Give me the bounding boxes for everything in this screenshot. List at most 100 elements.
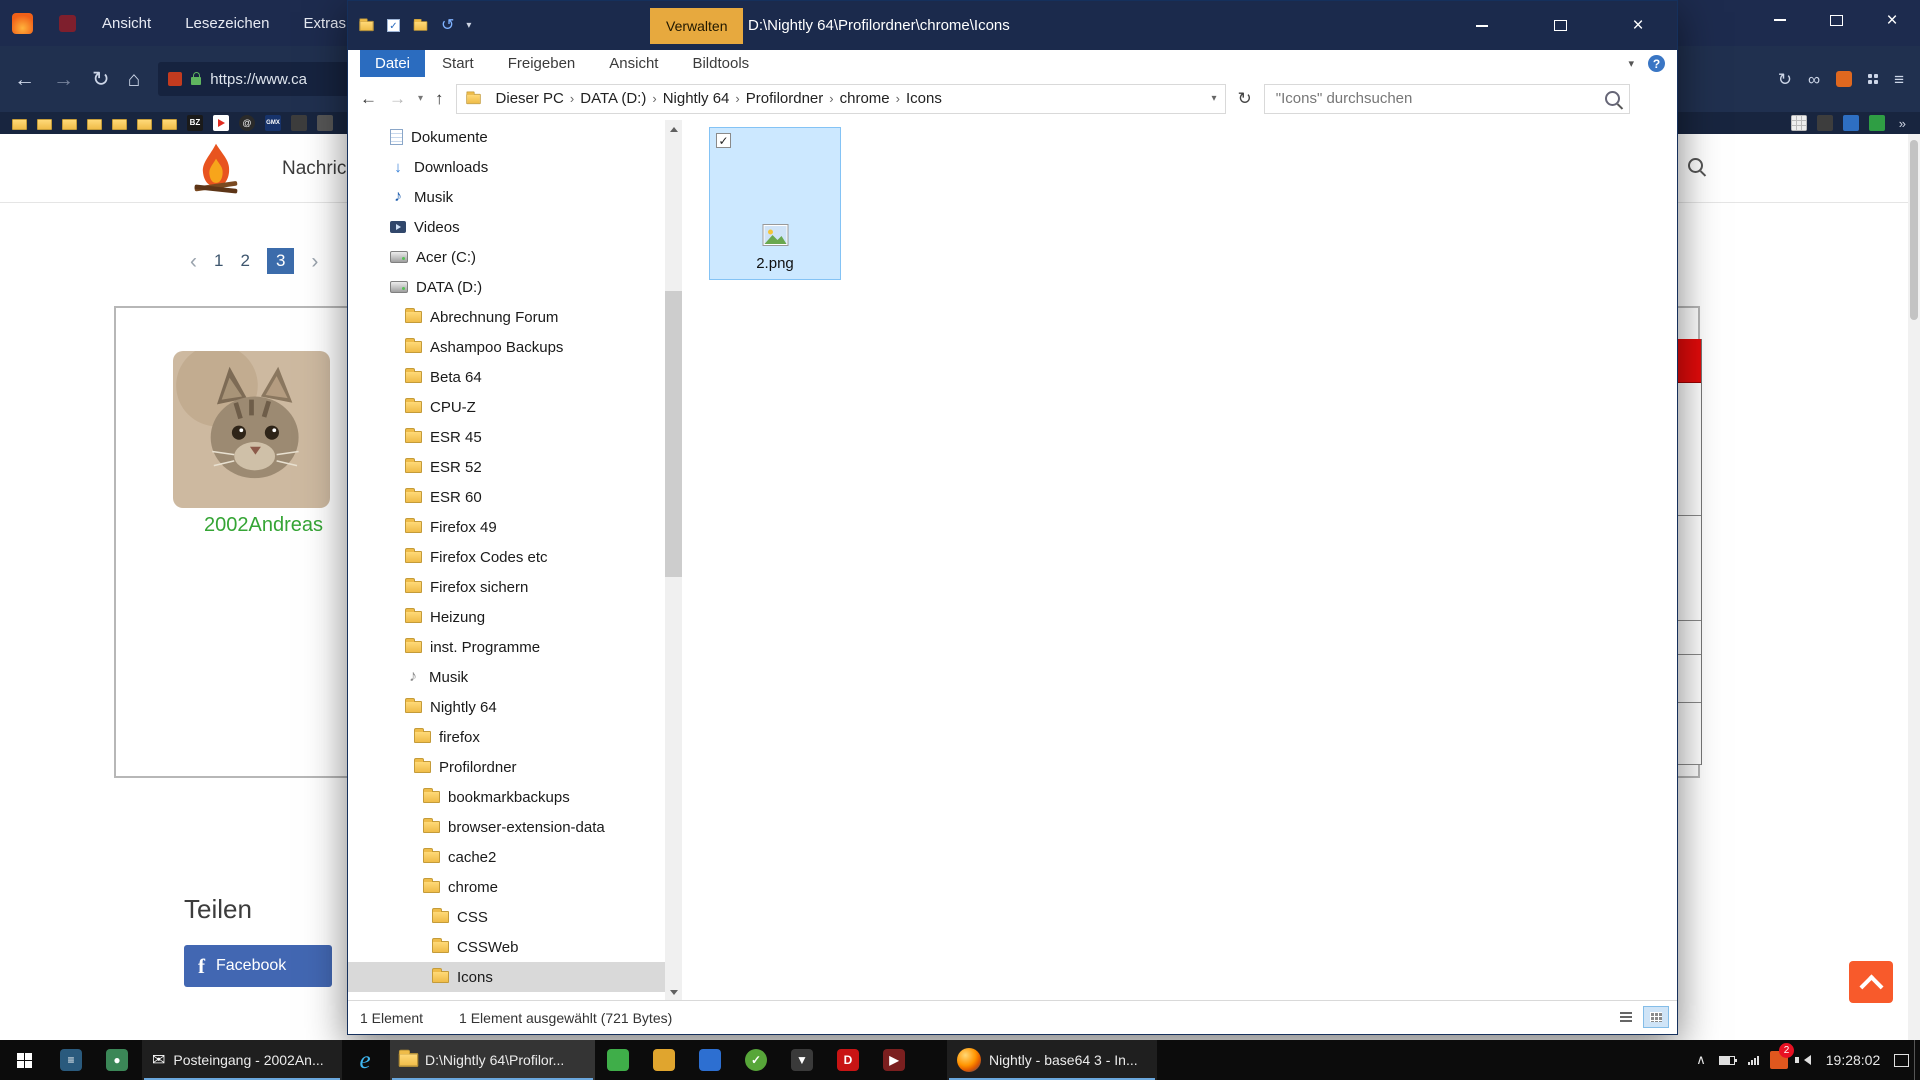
breadcrumb-segment[interactable]: Dieser PC <box>490 90 570 107</box>
tree-item[interactable]: CSSWeb <box>348 932 665 962</box>
pagination-next-icon[interactable]: › <box>311 251 318 272</box>
bookmark-folder-icon[interactable] <box>37 119 52 130</box>
tree-item[interactable]: firefox <box>348 722 665 752</box>
gmx-bookmark-icon[interactable]: GMX <box>265 115 281 131</box>
youtube-bookmark-icon[interactable] <box>213 115 229 131</box>
bookmark-folder-icon[interactable] <box>62 119 77 130</box>
bz-bookmark-icon[interactable]: BZ <box>187 115 203 131</box>
taskbar-clock[interactable]: 19:28:02 <box>1818 1052 1888 1068</box>
tree-item[interactable]: Heizung <box>348 602 665 632</box>
start-button[interactable] <box>0 1040 48 1080</box>
address-dropdown-icon[interactable]: ▾ <box>1212 93 1217 104</box>
tree-scrollbar[interactable] <box>665 120 682 1001</box>
tree-item[interactable]: ESR 52 <box>348 452 665 482</box>
tree-item[interactable]: Icons <box>348 962 665 992</box>
ribbon-tab-start[interactable]: Start <box>425 50 491 77</box>
breadcrumb-segment[interactable]: chrome <box>834 90 896 107</box>
menu-item-extras[interactable]: Extras <box>303 15 346 32</box>
tree-item[interactable]: ↓Downloads <box>348 152 665 182</box>
thumbnails-view-button[interactable] <box>1643 1006 1669 1028</box>
tree-item[interactable]: Firefox Codes etc <box>348 542 665 572</box>
tree-item[interactable]: bookmarkbackups <box>348 782 665 812</box>
taskbar-antivirus-button[interactable]: ✓ <box>733 1040 779 1080</box>
tree-item[interactable]: Dokumente <box>348 122 665 152</box>
tree-item[interactable]: ♪Musik <box>348 662 665 692</box>
nav-back-icon[interactable]: ← <box>360 90 377 107</box>
taskbar-app-d-button[interactable]: D <box>825 1040 871 1080</box>
page-link-1[interactable]: 1 <box>214 251 223 271</box>
ribbon-tab-bildtools[interactable]: Bildtools <box>675 50 766 77</box>
qat-properties-icon[interactable]: ✓ <box>387 19 400 32</box>
breadcrumb-segment[interactable]: Icons <box>900 90 948 107</box>
search-box[interactable] <box>1264 84 1630 114</box>
battery-icon[interactable] <box>1714 1040 1740 1080</box>
username-link[interactable]: 2002Andreas <box>204 514 323 537</box>
scrollbar-thumb[interactable] <box>1910 140 1918 320</box>
qat-customize-chevron-icon[interactable]: ▾ <box>466 20 471 31</box>
network-icon[interactable] <box>1740 1040 1766 1080</box>
contextual-tab-header[interactable]: Verwalten <box>650 8 743 44</box>
tree-item[interactable]: DATA (D:) <box>348 272 665 302</box>
tray-app-icon[interactable]: 2 <box>1766 1040 1792 1080</box>
tray-expand-icon[interactable]: ∧ <box>1688 1040 1714 1080</box>
tree-item[interactable]: ESR 45 <box>348 422 665 452</box>
taskbar-player-button[interactable]: ▶ <box>871 1040 917 1080</box>
bookmark-folder-icon[interactable] <box>162 119 177 130</box>
taskbar-app-gold-button[interactable] <box>641 1040 687 1080</box>
menu-icon[interactable]: ≡ <box>1894 71 1904 88</box>
bookmarks-overflow-button[interactable]: » <box>1899 116 1906 131</box>
forward-icon[interactable]: → <box>53 69 74 90</box>
tree-item[interactable]: Profilordner <box>348 752 665 782</box>
tree-item[interactable]: Nightly 64 <box>348 692 665 722</box>
show-desktop-button[interactable] <box>1914 1040 1920 1080</box>
facebook-share-button[interactable]: f Facebook <box>184 945 332 987</box>
ribbon-tab-ansicht[interactable]: Ansicht <box>592 50 675 77</box>
taskbar-library-button[interactable]: ≡ <box>48 1040 94 1080</box>
site-bookmark-icon[interactable] <box>1843 115 1859 131</box>
refresh-icon[interactable]: ↻ <box>1238 89 1252 109</box>
scrollbar-thumb[interactable] <box>665 291 682 577</box>
breadcrumb-segment[interactable]: DATA (D:) <box>574 90 652 107</box>
volume-icon[interactable] <box>1792 1040 1818 1080</box>
bookmark-folder-icon[interactable] <box>12 119 27 130</box>
taskbar-app-dark-button[interactable]: ▼ <box>779 1040 825 1080</box>
scroll-up-icon[interactable] <box>665 120 682 137</box>
tree-item[interactable]: cache2 <box>348 842 665 872</box>
campfirefox-logo[interactable] <box>188 140 244 201</box>
page-link-3[interactable]: 3 <box>267 248 294 274</box>
taskbar-camera-button[interactable]: ● <box>94 1040 140 1080</box>
site-bookmark-icon[interactable] <box>1817 115 1833 131</box>
firefox-minimize-button[interactable] <box>1752 0 1808 40</box>
checkbox-icon[interactable]: ✓ <box>716 133 731 148</box>
tree-item[interactable]: CPU-Z <box>348 392 665 422</box>
taskbar-mail-button[interactable]: ✉ Posteingang - 2002An... <box>142 1040 342 1080</box>
site-bookmark-icon[interactable] <box>291 115 307 131</box>
firefox-maximize-button[interactable] <box>1808 0 1864 40</box>
undo-icon[interactable]: ↺ <box>441 18 454 34</box>
bookmark-folder-icon[interactable] <box>137 119 152 130</box>
scroll-to-top-button[interactable] <box>1849 961 1893 1003</box>
tree-item[interactable]: Acer (C:) <box>348 242 665 272</box>
at-bookmark-icon[interactable]: @ <box>239 115 255 131</box>
up-icon[interactable]: ↑ <box>435 90 444 107</box>
page-scrollbar[interactable] <box>1908 134 1920 1040</box>
pagination-prev-icon[interactable]: ‹ <box>190 251 197 272</box>
breadcrumb-segment[interactable]: Nightly 64 <box>657 90 736 107</box>
tree-item[interactable]: Firefox sichern <box>348 572 665 602</box>
grid-icon[interactable] <box>1868 74 1878 84</box>
help-icon[interactable]: ? <box>1648 55 1665 72</box>
explorer-minimize-button[interactable] <box>1443 1 1521 50</box>
action-center-icon[interactable] <box>1888 1040 1914 1080</box>
taskbar-nightly-button[interactable]: Nightly - base64 3 - In... <box>947 1040 1157 1080</box>
taskbar-app-green-button[interactable] <box>595 1040 641 1080</box>
explorer-search-input[interactable] <box>1274 89 1605 108</box>
breadcrumb-segment[interactable]: Profilordner <box>740 90 830 107</box>
tree-item[interactable]: Videos <box>348 212 665 242</box>
extension-icon[interactable] <box>1836 71 1852 87</box>
tree-item[interactable]: CSS <box>348 902 665 932</box>
recent-locations-chevron-icon[interactable]: ▾ <box>418 94 423 104</box>
sync-icon[interactable]: ↻ <box>1778 71 1792 88</box>
qat-new-folder-icon[interactable] <box>414 21 428 31</box>
page-link-2[interactable]: 2 <box>240 251 249 271</box>
scroll-down-icon[interactable] <box>665 984 682 1001</box>
